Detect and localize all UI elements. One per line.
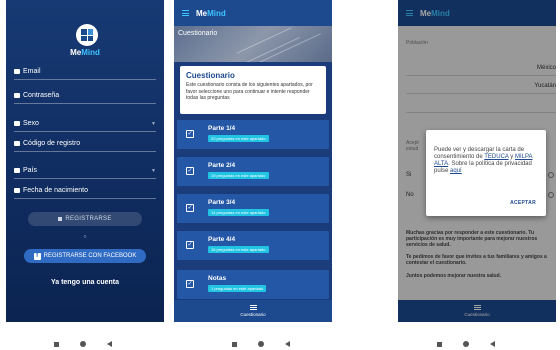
- lock-icon: [14, 93, 20, 98]
- mail-icon: [14, 69, 20, 74]
- register-icon: [58, 217, 63, 221]
- or-separator: o: [83, 234, 87, 240]
- system-nav-bar: [6, 322, 164, 336]
- system-nav-buttons: [54, 338, 112, 350]
- part-item[interactable]: ✓ Parte 3/4 14 preguntas en este apartad…: [177, 194, 329, 223]
- check-icon: ✓: [186, 167, 194, 175]
- password-field[interactable]: Contraseña: [14, 88, 156, 104]
- back-icon[interactable]: [107, 341, 112, 347]
- home-icon[interactable]: [463, 341, 469, 347]
- register-screen: MeMind Email Contraseña Sexo ▼ Código de…: [6, 0, 164, 336]
- recents-icon[interactable]: [232, 341, 237, 347]
- consent-dialog: Puede ver y descargar la carta de consen…: [426, 130, 546, 216]
- system-nav-buttons: [232, 338, 290, 350]
- question-count-badge: 19 preguntas en este apartado: [208, 172, 269, 179]
- privacy-link[interactable]: aquí: [450, 168, 462, 174]
- intro-title: Cuestionario: [186, 71, 235, 80]
- brand-name: MeMind: [70, 48, 100, 57]
- app-logo: [76, 24, 98, 46]
- dialog-text: Puede ver y descargar la carta de consen…: [434, 147, 533, 174]
- gender-icon: [14, 121, 20, 126]
- sex-select[interactable]: Sexo ▼: [14, 116, 156, 132]
- registration-code-field[interactable]: Código de registro: [14, 136, 156, 152]
- chevron-down-icon: ▼: [151, 167, 156, 174]
- intro-card: Cuestionario Este cuestionario consta de…: [180, 66, 326, 114]
- facebook-icon: f: [33, 252, 41, 260]
- teduca-link[interactable]: TEDUCA: [484, 154, 508, 160]
- check-icon: ✓: [186, 130, 194, 138]
- country-select[interactable]: País ▼: [14, 163, 156, 179]
- register-button[interactable]: REGISTRARSE: [28, 212, 142, 226]
- back-icon[interactable]: [490, 341, 495, 347]
- accept-button[interactable]: ACEPTAR: [510, 200, 536, 206]
- question-count-badge: 14 preguntas en este apartado: [208, 209, 269, 216]
- check-icon: ✓: [186, 280, 194, 288]
- part-item[interactable]: ✓ Parte 4/4 15 preguntas en este apartad…: [177, 231, 329, 260]
- consent-screen: MeMind Población México Yucatán Acept es…: [398, 0, 556, 336]
- home-icon[interactable]: [80, 341, 86, 347]
- check-icon: ✓: [186, 204, 194, 212]
- part-item[interactable]: ✓ Notas 1 preguntas en este apartado: [177, 270, 329, 299]
- banner-image: Cuestionario: [174, 26, 332, 62]
- app-title: MeMind: [196, 8, 226, 18]
- birthdate-field[interactable]: Fecha de nacimiento: [14, 183, 156, 199]
- part-item[interactable]: ✓ Parte 1/4 20 preguntas en este apartad…: [177, 120, 329, 149]
- list-icon: [249, 305, 257, 310]
- recents-icon[interactable]: [437, 341, 442, 347]
- chevron-down-icon: ▼: [151, 120, 156, 127]
- question-count-badge: 15 preguntas en este apartado: [208, 246, 269, 253]
- app-bar: MeMind: [174, 0, 332, 26]
- system-nav-buttons: [437, 338, 495, 350]
- email-field[interactable]: Email: [14, 64, 156, 80]
- question-count-badge: 1 preguntas en este apartado: [208, 285, 267, 292]
- question-count-badge: 20 preguntas en este apartado: [208, 135, 269, 142]
- part-item[interactable]: ✓ Parte 2/4 19 preguntas en este apartad…: [177, 157, 329, 186]
- card-icon: [14, 141, 20, 146]
- calendar-icon: [14, 188, 20, 193]
- questionnaire-screen: MeMind Cuestionario Cuestionario Este cu…: [174, 0, 332, 336]
- intro-text: Este cuestionario consta de los siguient…: [186, 82, 313, 101]
- system-nav-bar: [398, 322, 556, 336]
- home-icon[interactable]: [258, 341, 264, 347]
- bottom-nav-questionnaire[interactable]: Cuestionario: [174, 300, 332, 322]
- facebook-register-button[interactable]: f REGISTRARSE CON FACEBOOK: [24, 249, 146, 263]
- check-icon: ✓: [186, 241, 194, 249]
- banner-title: Cuestionario: [178, 30, 218, 37]
- menu-icon[interactable]: [182, 10, 189, 16]
- have-account-link[interactable]: Ya tengo una cuenta: [6, 279, 164, 286]
- flag-icon: [14, 168, 20, 173]
- system-nav-bar: [174, 322, 332, 336]
- back-icon[interactable]: [285, 341, 290, 347]
- recents-icon[interactable]: [54, 341, 59, 347]
